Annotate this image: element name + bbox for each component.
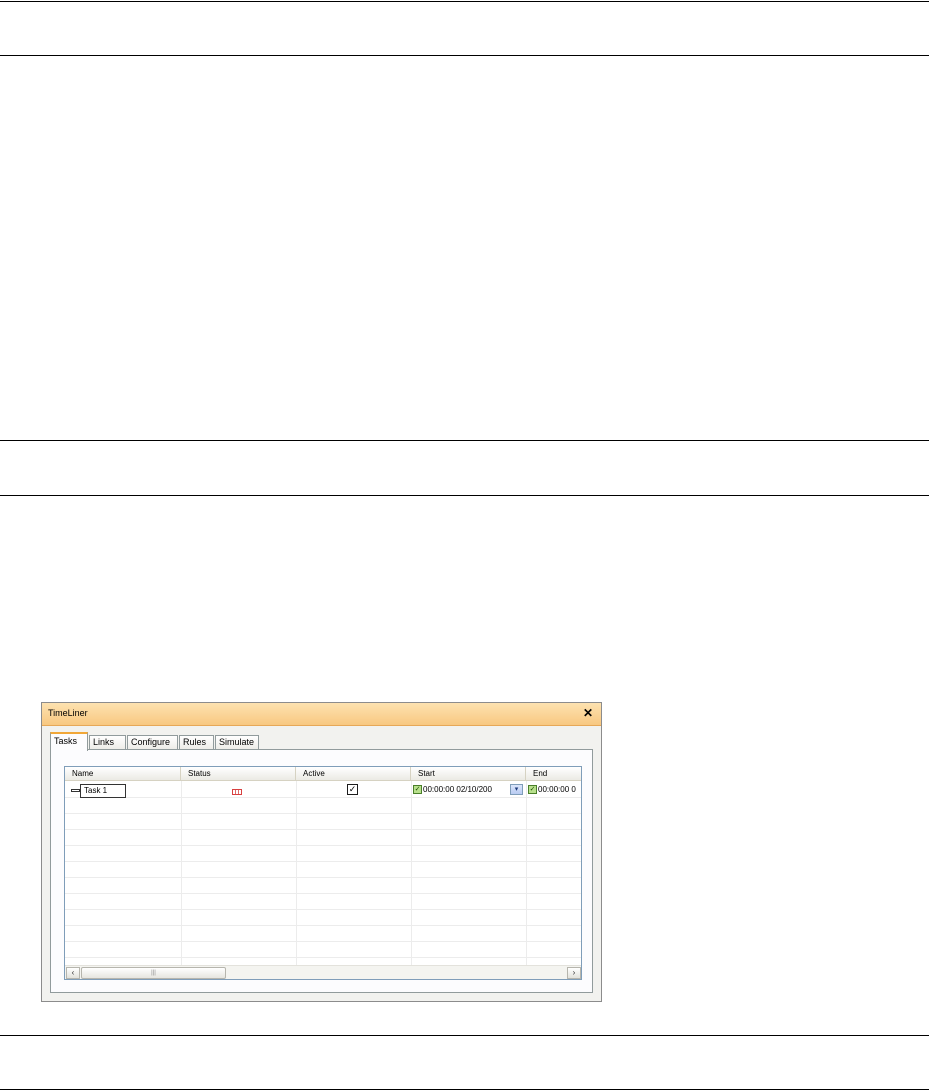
grid-line <box>526 781 527 965</box>
grid-line <box>65 877 581 878</box>
grid-line <box>65 957 581 958</box>
panel-title-bar[interactable]: TimeLiner ✕ <box>42 703 601 726</box>
grid-line <box>411 781 412 965</box>
column-header-name[interactable]: Name <box>65 767 181 781</box>
page-rule <box>0 440 929 441</box>
page-rule <box>0 1 929 2</box>
grid-line <box>65 813 581 814</box>
grid-line <box>65 893 581 894</box>
page-rule <box>0 55 929 56</box>
grid-line <box>65 925 581 926</box>
start-date-checkbox[interactable]: ✓ <box>413 785 422 794</box>
grid-line <box>181 781 182 965</box>
planned-status-icon <box>232 789 242 795</box>
timeliner-panel: TimeLiner ✕ Tasks Links Configure Rules … <box>41 702 602 1002</box>
tab-rules[interactable]: Rules <box>179 735 214 750</box>
end-date-field[interactable]: 00:00:00 0 <box>538 784 581 796</box>
grid-header: Name Status Active Start End <box>65 767 581 781</box>
tab-tasks[interactable]: Tasks <box>50 732 88 751</box>
tab-configure[interactable]: Configure <box>127 735 178 750</box>
panel-title: TimeLiner <box>48 708 88 718</box>
scroll-left-icon[interactable]: ‹ <box>66 967 80 979</box>
active-checkbox[interactable]: ✓ <box>347 784 358 795</box>
column-header-status[interactable]: Status <box>181 767 296 781</box>
grid-line <box>65 941 581 942</box>
column-header-active[interactable]: Active <box>296 767 411 781</box>
task-grid: Name Status Active Start End Task 1 ✓ ✓ … <box>64 766 582 980</box>
page-rule <box>0 1089 929 1090</box>
grid-line <box>65 861 581 862</box>
task-row-icon <box>71 789 80 792</box>
page-rule <box>0 1035 929 1036</box>
horizontal-scrollbar[interactable]: ‹ ||| › <box>65 965 581 979</box>
grid-line <box>65 909 581 910</box>
column-header-start[interactable]: Start <box>411 767 526 781</box>
grid-line <box>65 845 581 846</box>
grid-line <box>65 829 581 830</box>
task-name-input[interactable]: Task 1 <box>80 784 126 798</box>
tab-simulate[interactable]: Simulate <box>215 735 259 750</box>
chevron-down-icon[interactable]: ▾ <box>510 784 523 795</box>
start-date-field[interactable]: 00:00:00 02/10/200 <box>423 784 509 796</box>
end-date-checkbox[interactable]: ✓ <box>528 785 537 794</box>
tasks-tab-body: Name Status Active Start End Task 1 ✓ ✓ … <box>50 749 593 993</box>
scrollbar-thumb[interactable]: ||| <box>81 967 226 979</box>
page-rule <box>0 495 929 496</box>
tab-links[interactable]: Links <box>89 735 126 750</box>
scroll-right-icon[interactable]: › <box>567 967 581 979</box>
grid-line <box>296 781 297 965</box>
column-header-end[interactable]: End <box>526 767 581 781</box>
close-icon[interactable]: ✕ <box>581 706 595 721</box>
grid-line <box>65 797 581 798</box>
